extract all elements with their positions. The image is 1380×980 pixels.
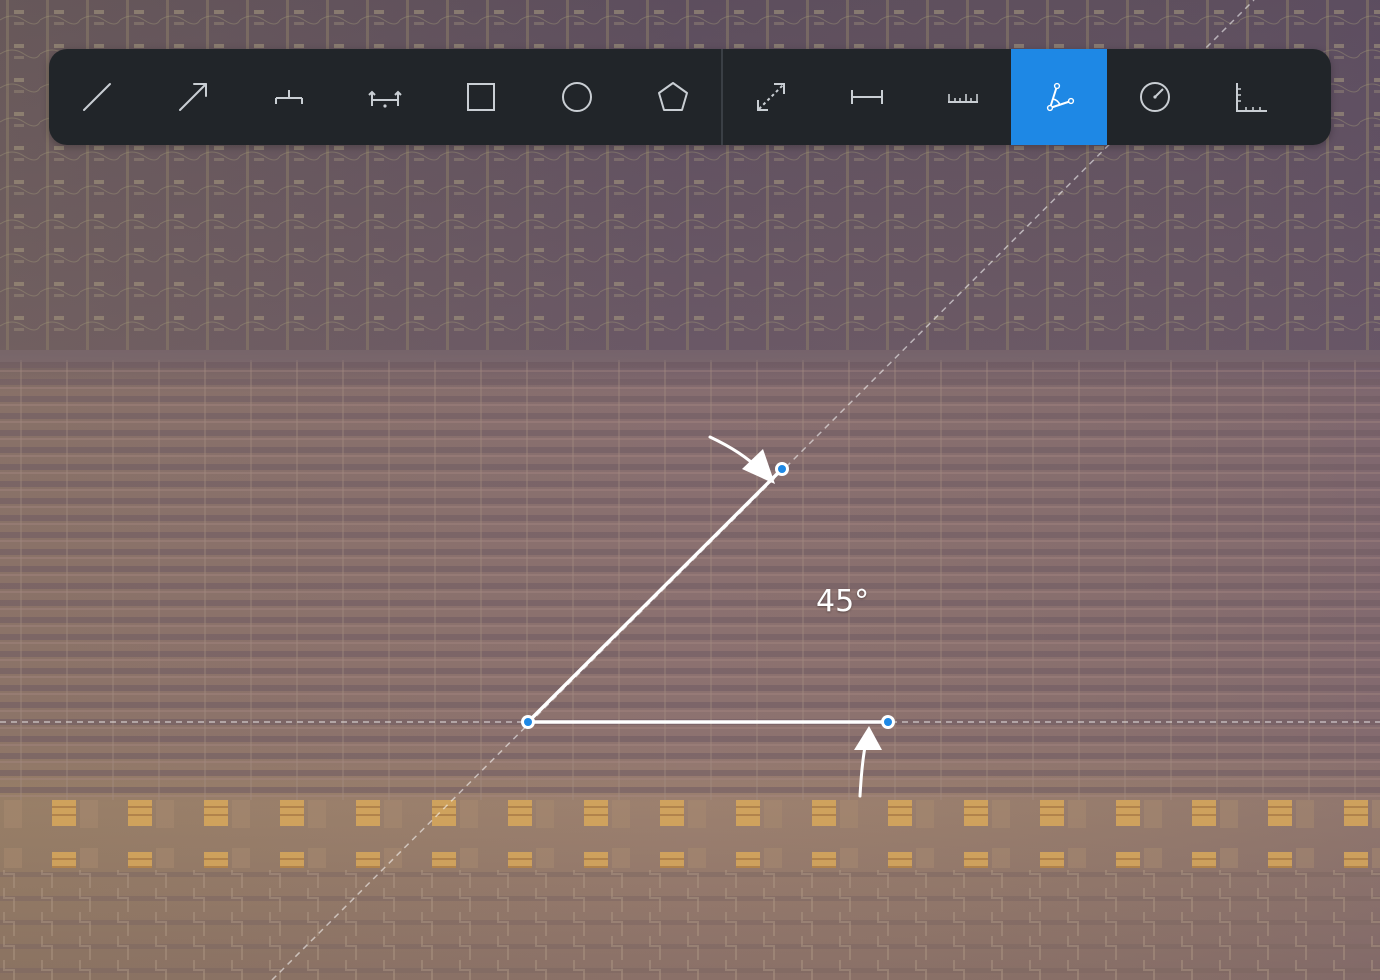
circle-tool-button[interactable] xyxy=(529,49,625,145)
ruler-tool-button[interactable] xyxy=(915,49,1011,145)
width-icon xyxy=(851,90,883,104)
microscope-chip-image xyxy=(0,0,1380,980)
span-mark-tool-button[interactable] xyxy=(337,49,433,145)
arm-end-handle-right[interactable] xyxy=(881,715,895,729)
circle-icon xyxy=(562,82,592,112)
width-tool-button[interactable] xyxy=(819,49,915,145)
rectangle-icon xyxy=(467,83,495,111)
scale-tool-button[interactable] xyxy=(1203,49,1299,145)
baseline-mark-icon xyxy=(275,90,303,104)
angle-icon xyxy=(1046,82,1075,112)
radius-tool-button[interactable] xyxy=(1107,49,1203,145)
arrow-icon xyxy=(179,83,207,111)
line-tool-button[interactable] xyxy=(49,49,145,145)
polygon-tool-button[interactable] xyxy=(625,49,721,145)
image-viewport[interactable]: 45° xyxy=(0,0,1380,980)
rectangle-tool-button[interactable] xyxy=(433,49,529,145)
baseline-mark-tool-button[interactable] xyxy=(241,49,337,145)
vertex-handle[interactable] xyxy=(521,715,535,729)
line-icon xyxy=(83,83,111,111)
distance-tool-button[interactable] xyxy=(723,49,819,145)
scale-icon xyxy=(1236,83,1267,112)
ruler-icon xyxy=(948,94,978,103)
arrow-tool-button[interactable] xyxy=(145,49,241,145)
annotation-toolbar xyxy=(49,49,1331,145)
radius-icon xyxy=(1140,82,1170,112)
arm-end-handle-top[interactable] xyxy=(775,462,789,476)
span-mark-icon xyxy=(368,90,402,108)
distance-icon xyxy=(757,83,785,111)
angle-tool-button[interactable] xyxy=(1011,49,1107,145)
polygon-icon xyxy=(658,82,688,111)
